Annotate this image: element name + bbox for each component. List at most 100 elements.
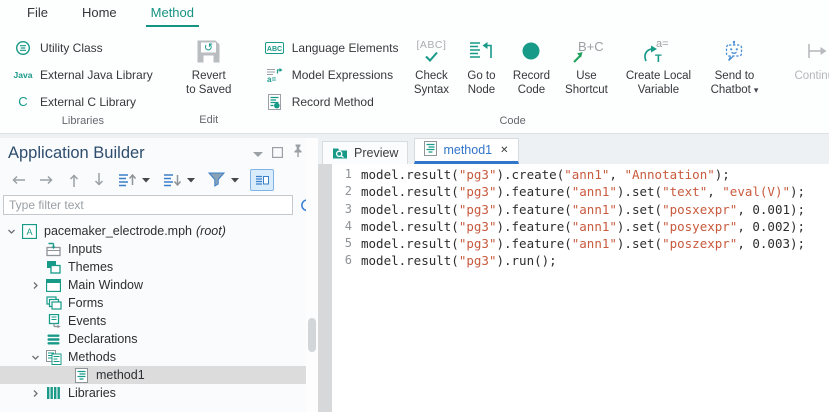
code-line[interactable]: 3model.result("pg3").feature("ann1").set… (318, 201, 829, 218)
filter-dropdown-icon[interactable] (228, 169, 242, 191)
tree-item-inputs[interactable]: Inputs (0, 240, 318, 258)
external-c-library-label: External C Library (40, 95, 136, 109)
revert-to-saved-button[interactable]: ↺ Revertto Saved (174, 27, 244, 97)
use-shortcut-button[interactable]: B+C UseShortcut (557, 27, 615, 97)
tree-item-declarations[interactable]: Declarations (0, 330, 318, 348)
panel-collapse-icon[interactable] (253, 145, 263, 163)
use-shortcut-label: UseShortcut (565, 69, 608, 97)
tree-item-themes[interactable]: Themes (0, 258, 318, 276)
group-label-libraries: Libraries (6, 115, 160, 134)
svg-text:A: A (26, 227, 32, 237)
svg-text:a=: a= (267, 75, 276, 83)
tab-preview[interactable]: Preview (322, 141, 408, 164)
sort-descending-icon[interactable] (160, 169, 184, 191)
tree-item-root[interactable]: A pacemaker_electrode.mph (root) (0, 222, 318, 240)
tab-home[interactable]: Home (77, 0, 122, 27)
forward-arrow-icon[interactable] (36, 169, 58, 191)
inputs-icon (45, 242, 62, 257)
send-to-chatbot-label: Send toChatbot▾ (711, 69, 759, 97)
tree-item-forms[interactable]: Forms (0, 294, 318, 312)
code-line[interactable]: 1model.result("pg3").create("ann1", "Ann… (318, 166, 829, 183)
chevron-collapsed-icon[interactable] (30, 281, 41, 290)
group-libraries: Utility Class Java External Java Library… (6, 27, 160, 133)
chevron-expanded-icon[interactable] (6, 227, 17, 236)
code-line[interactable]: 5model.result("pg3").feature("ann1").set… (318, 235, 829, 252)
tree-item-method1-label: method1 (96, 368, 145, 382)
tree-item-libraries[interactable]: Libraries (0, 384, 318, 402)
go-to-node-button[interactable]: Go toNode (457, 27, 505, 97)
sort-ascending-icon[interactable] (115, 169, 139, 191)
revert-to-saved-icon: ↺ (195, 33, 222, 69)
events-icon (45, 314, 62, 329)
code-area[interactable]: 1model.result("pg3").create("ann1", "Ann… (318, 164, 829, 412)
record-code-label: RecordCode (513, 69, 550, 97)
panel-title: Application Builder (8, 144, 253, 163)
record-method-button[interactable]: Record Method (258, 88, 406, 115)
group-code: ABC Language Elements a= Model Expressio… (258, 27, 768, 133)
code-line[interactable]: 2model.result("pg3").feature("ann1").set… (318, 183, 829, 200)
line-number: 4 (318, 218, 352, 235)
filter-input[interactable] (3, 195, 293, 215)
forms-icon (45, 296, 62, 310)
model-expressions-button[interactable]: a= Model Expressions (258, 61, 406, 88)
java-icon: Java (13, 70, 33, 80)
tree-item-events[interactable]: Events (0, 312, 318, 330)
group-label-edit: Edit (174, 114, 244, 133)
check-syntax-button[interactable]: [ABC] CheckSyntax (405, 27, 457, 97)
tree-item-methods[interactable]: Methods (0, 348, 318, 366)
application-tree: A pacemaker_electrode.mph (root) Inputs … (0, 222, 318, 402)
code-lines: 1model.result("pg3").create("ann1", "Ann… (318, 166, 829, 270)
show-node-text-toggle[interactable] (250, 169, 274, 191)
record-method-label: Record Method (292, 95, 374, 109)
group-label-empty (781, 126, 829, 133)
utility-class-button[interactable]: Utility Class (6, 34, 110, 61)
tree-item-methods-label: Methods (68, 350, 116, 364)
preview-icon (332, 145, 348, 162)
create-local-variable-label: Create LocalVariable (626, 69, 691, 97)
group-label-code: Code (258, 115, 768, 134)
chevron-down-icon: ▾ (754, 85, 759, 95)
tree-item-main-window[interactable]: Main Window (0, 276, 318, 294)
tab-preview-label: Preview (354, 146, 398, 160)
panel-pin-icon[interactable] (292, 144, 304, 163)
send-to-chatbot-button[interactable]: Send toChatbot▾ (701, 27, 767, 97)
move-down-icon[interactable] (90, 169, 108, 191)
language-elements-button[interactable]: ABC Language Elements (258, 34, 406, 61)
external-c-library-button[interactable]: C External C Library (6, 88, 143, 115)
ribbon-tab-bar: File Home Method (0, 0, 829, 27)
continue-button[interactable]: Continue (781, 27, 829, 83)
method-editor: Preview method1 ✕ 1model.result("pg3").c… (318, 138, 829, 412)
application-root-icon: A (21, 224, 38, 239)
group-continue: Continue (781, 27, 829, 133)
chevron-expanded-icon[interactable] (30, 353, 41, 362)
sort-descending-dropdown-icon[interactable] (184, 169, 198, 191)
tree-item-forms-label: Forms (68, 296, 103, 310)
tab-home-label: Home (82, 5, 117, 20)
record-code-button[interactable]: RecordCode (505, 27, 557, 97)
tab-method[interactable]: Method (146, 0, 199, 27)
line-number: 3 (318, 201, 352, 218)
filter-icon[interactable] (205, 169, 228, 191)
language-elements-label: Language Elements (292, 41, 399, 55)
code-line[interactable]: 6model.result("pg3").run(); (318, 252, 829, 269)
svg-text:B+C: B+C (578, 39, 604, 54)
code-text: model.result("pg3").feature("ann1").set(… (352, 218, 805, 235)
scrollbar-thumb[interactable] (308, 318, 316, 352)
sort-ascending-dropdown-icon[interactable] (139, 169, 153, 191)
close-tab-icon[interactable]: ✕ (500, 145, 508, 156)
tree-item-main-window-label: Main Window (68, 278, 143, 292)
move-up-icon[interactable] (65, 169, 83, 191)
tab-file[interactable]: File (22, 0, 53, 27)
panel-float-icon[interactable] (272, 145, 283, 163)
create-local-variable-button[interactable]: a=T Create LocalVariable (615, 27, 701, 97)
panel-toolbar (0, 167, 318, 192)
external-java-library-button[interactable]: Java External Java Library (6, 61, 160, 88)
tree-item-method1[interactable]: method1 (0, 366, 318, 384)
code-line[interactable]: 4model.result("pg3").feature("ann1").set… (318, 218, 829, 235)
panel-scrollbar[interactable] (306, 138, 318, 412)
code-text: model.result("pg3").feature("ann1").set(… (352, 235, 805, 252)
chatbot-icon (723, 33, 745, 69)
tab-method1[interactable]: method1 ✕ (414, 138, 518, 164)
chevron-collapsed-icon[interactable] (30, 389, 41, 398)
back-arrow-icon[interactable] (7, 169, 29, 191)
